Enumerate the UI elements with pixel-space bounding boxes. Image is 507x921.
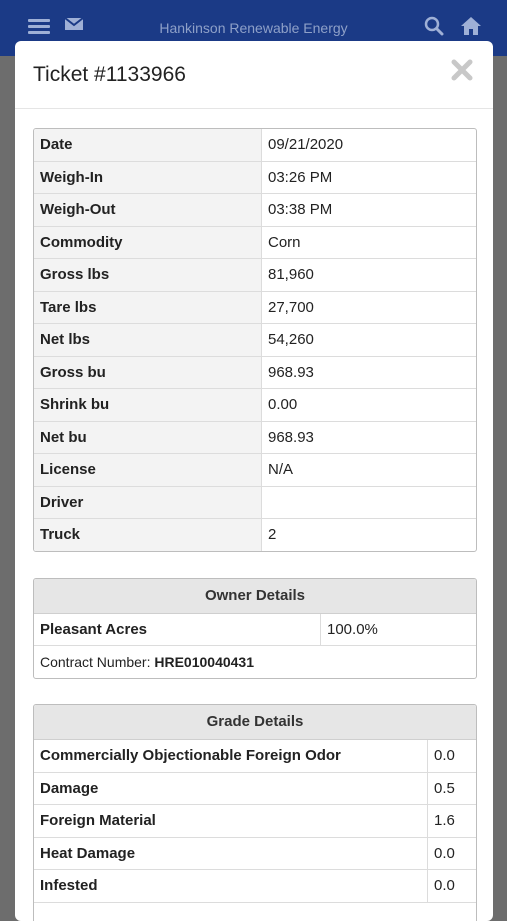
grade-details-heading: Grade Details [34, 705, 476, 740]
grade-value: 0.0 [427, 869, 476, 903]
table-row: Truck 2 [34, 518, 476, 551]
field-value: 09/21/2020 [261, 129, 476, 162]
field-label: Truck [34, 518, 262, 551]
grade-label: Infested [34, 869, 428, 903]
table-row: Foreign Material 1.6 [34, 804, 476, 838]
table-row: Weigh-In 03:26 PM [34, 161, 476, 194]
table-row: Net lbs 54,260 [34, 323, 476, 357]
field-label: Driver [34, 486, 262, 519]
grade-label: Heat Damage [34, 837, 428, 870]
table-row: Net bu 968.93 [34, 421, 476, 454]
field-value: 2 [268, 526, 277, 544]
table-row: Commodity Corn [34, 226, 476, 259]
field-value: 81,960 [261, 258, 476, 292]
field-value: 03:26 PM [261, 161, 476, 194]
grade-details-panel: Grade Details Commercially Objectionable… [33, 704, 477, 921]
grade-label: Foreign Material [34, 804, 428, 838]
field-label: License [34, 453, 262, 487]
modal-header: Ticket #1133966 [15, 41, 493, 109]
grade-value: 0.5 [427, 772, 476, 805]
field-label: Tare lbs [34, 291, 262, 324]
contract-label: Contract Number: [40, 654, 151, 670]
owner-details-heading: Owner Details [34, 579, 476, 614]
field-value: Corn [261, 226, 476, 259]
field-value: 27,700 [261, 291, 476, 324]
field-label: Weigh-Out [34, 193, 262, 227]
field-value: 54,260 [261, 323, 476, 357]
grade-value: 0.0 [427, 837, 476, 870]
field-label: Gross lbs [34, 258, 262, 292]
grade-label: Damage [34, 772, 428, 805]
table-row: License N/A [34, 453, 476, 487]
owner-details-panel: Owner Details Pleasant Acres 100.0% Cont… [33, 578, 477, 679]
field-value: N/A [261, 453, 476, 487]
table-row: Commercially Objectionable Foreign Odor 0… [34, 740, 476, 773]
ticket-modal: Ticket #1133966 Date 09/21/2020 Weigh-In 03… [15, 41, 493, 921]
field-label: Commodity [34, 226, 262, 259]
search-icon[interactable] [424, 16, 446, 38]
field-value: 968.93 [261, 421, 476, 454]
field-value [261, 486, 476, 519]
contract-number: HRE010040431 [154, 654, 255, 670]
table-row: Weigh-Out 03:38 PM [34, 193, 476, 227]
grade-label: Commercially Objectionable Foreign Odor [34, 740, 428, 773]
field-label: Gross bu [34, 356, 262, 389]
field-label: Shrink bu [34, 388, 262, 422]
field-label: Net bu [34, 421, 262, 454]
owner-share: 100.0% [320, 614, 476, 646]
table-row: Driver [34, 486, 476, 519]
field-value: 968.93 [261, 356, 476, 389]
grade-value: 0.0 [427, 740, 476, 773]
ticket-info-table: Date 09/21/2020 Weigh-In 03:26 PM Weigh-Out 0… [33, 128, 477, 552]
table-row: Gross lbs 81,960 [34, 258, 476, 292]
field-value: 03:38 PM [261, 193, 476, 227]
home-icon[interactable] [460, 16, 482, 38]
table-row: Damage 0.5 [34, 772, 476, 805]
table-row: Date 09/21/2020 [34, 129, 476, 162]
field-label: Net lbs [34, 323, 262, 357]
field-value: 0.00 [261, 388, 476, 422]
table-row: Gross bu 968.93 [34, 356, 476, 389]
table-row: Tare lbs 27,700 [34, 291, 476, 324]
table-row: Infested 0.0 [34, 869, 476, 903]
table-row: Heat Damage 0.0 [34, 837, 476, 870]
contract-number-row: Contract Number: HRE010040431 [34, 646, 476, 678]
field-label: Date [34, 129, 262, 162]
modal-title: Ticket #1133966 [33, 63, 186, 86]
owner-row: Pleasant Acres 100.0% [34, 614, 476, 646]
owner-name: Pleasant Acres [34, 614, 321, 646]
close-icon[interactable] [449, 57, 475, 83]
table-row: Shrink bu 0.00 [34, 388, 476, 422]
grade-value: 1.6 [427, 804, 476, 838]
field-label: Weigh-In [34, 161, 262, 194]
